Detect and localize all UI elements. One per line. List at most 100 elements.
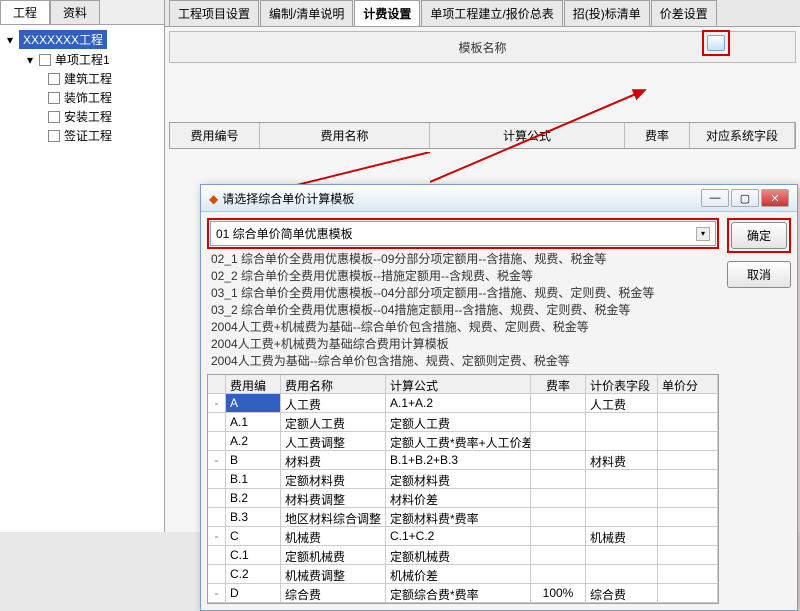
tab-price-diff[interactable]: 价差设置 [651, 0, 717, 26]
cell-unit [658, 432, 718, 450]
ok-button[interactable]: 确定 [731, 222, 787, 249]
select-template-button[interactable] [707, 35, 725, 51]
grid-row[interactable]: C.2机械费调整机械价差 [208, 565, 718, 584]
gh-formula: 计算公式 [386, 375, 531, 393]
cell-expand[interactable] [208, 470, 226, 488]
cell-id: B [226, 451, 281, 469]
tree-root[interactable]: ▾ XXXXXXX工程 [4, 29, 160, 50]
cell-formula: 定额综合费*费率 [386, 584, 531, 602]
cell-name: 人工费调整 [281, 432, 386, 450]
left-tab-data[interactable]: 资料 [50, 0, 100, 24]
cell-name: 定额材料费 [281, 470, 386, 488]
close-button[interactable]: ✕ [761, 189, 789, 207]
cell-formula: 定额材料费 [386, 470, 531, 488]
cell-expand[interactable]: - [208, 394, 226, 412]
grid-row[interactable]: B.2材料费调整材料价差 [208, 489, 718, 508]
fee-grid: 费用编 费用名称 计算公式 费率 计价表字段 单价分 -A人工费A.1+A.2人… [207, 374, 719, 604]
tree-sub[interactable]: ▾ 单项工程1 [4, 50, 160, 69]
col-formula: 计算公式 [430, 123, 625, 148]
cancel-button[interactable]: 取消 [727, 261, 791, 288]
grid-row[interactable]: A.2人工费调整定额人工费*费率+人工价差 [208, 432, 718, 451]
gh-name: 费用名称 [281, 375, 386, 393]
cell-rate [531, 451, 586, 469]
app-icon: ◆ [209, 192, 218, 206]
col-rate: 费率 [625, 123, 690, 148]
grid-row[interactable]: -B材料费B.1+B.2+B.3材料费 [208, 451, 718, 470]
cell-field: 材料费 [586, 451, 658, 469]
cell-field [586, 432, 658, 450]
cell-expand[interactable] [208, 565, 226, 583]
tree-leaf-label: 建筑工程 [64, 70, 112, 87]
cell-unit [658, 394, 718, 412]
expand-icon[interactable]: ▾ [24, 54, 36, 66]
grid-row[interactable]: A.1定额人工费定额人工费 [208, 413, 718, 432]
template-button-highlight [702, 30, 730, 56]
tree-leaf-label: 安装工程 [64, 108, 112, 125]
tree-leaf[interactable]: 建筑工程 [4, 69, 160, 88]
cell-expand[interactable]: - [208, 584, 226, 602]
cell-name: 人工费 [281, 394, 386, 412]
template-option[interactable]: 2004人工费+机械费为基础综合费用计算模板 [211, 336, 715, 353]
cell-unit [658, 451, 718, 469]
cell-unit [658, 489, 718, 507]
top-tabs: 工程项目设置 编制/清单说明 计费设置 单项工程建立/报价总表 招(投)标清单 … [165, 0, 800, 27]
cell-expand[interactable] [208, 508, 226, 526]
col-fee-name: 费用名称 [260, 123, 430, 148]
cell-expand[interactable] [208, 413, 226, 431]
cell-expand[interactable]: - [208, 451, 226, 469]
tree-leaf-label: 签证工程 [64, 127, 112, 144]
cell-unit [658, 413, 718, 431]
left-tab-project[interactable]: 工程 [0, 0, 50, 24]
grid-row[interactable]: B.1定额材料费定额材料费 [208, 470, 718, 489]
cell-id: C.2 [226, 565, 281, 583]
template-option[interactable]: 02_2 综合单价全费用优惠模板--措施定额用--含规费、税金等 [211, 268, 715, 285]
template-option[interactable]: 2004人工费为基础--综合单价包含措施、规费、定额则定费、税金等 [211, 353, 715, 370]
fee-column-headers: 费用编号 费用名称 计算公式 费率 对应系统字段 [169, 122, 796, 149]
cell-id: C [226, 527, 281, 545]
cell-expand[interactable]: - [208, 527, 226, 545]
grid-row[interactable]: -D综合费定额综合费*费率100%综合费 [208, 584, 718, 603]
grid-row[interactable]: C.1定额机械费定额机械费 [208, 546, 718, 565]
cell-formula: 机械价差 [386, 565, 531, 583]
template-option[interactable]: 02_1 综合单价全费用优惠模板--09分部分项定额用--含措施、规费、税金等 [211, 251, 715, 268]
cell-id: B.1 [226, 470, 281, 488]
cell-expand[interactable] [208, 546, 226, 564]
col-fee-id: 费用编号 [170, 123, 260, 148]
template-option[interactable]: 2004人工费+机械费为基础--综合单价包含措施、规费、定则费、税金等 [211, 319, 715, 336]
cell-unit [658, 527, 718, 545]
cell-field: 综合费 [586, 584, 658, 602]
cell-rate [531, 508, 586, 526]
cell-formula: 定额机械费 [386, 546, 531, 564]
tree-leaf[interactable]: 装饰工程 [4, 88, 160, 107]
tab-unit-project[interactable]: 单项工程建立/报价总表 [421, 0, 562, 26]
cell-rate [531, 413, 586, 431]
tab-edit-desc[interactable]: 编制/清单说明 [260, 0, 353, 26]
grid-row[interactable]: -C机械费C.1+C.2机械费 [208, 527, 718, 546]
template-combobox[interactable]: 01 综合单价简单优惠模板 ▾ [210, 221, 716, 246]
cell-id: B.2 [226, 489, 281, 507]
dialog-title-text: 请选择综合单价计算模板 [222, 192, 354, 206]
grid-row[interactable]: -A人工费A.1+A.2人工费 [208, 394, 718, 413]
template-option[interactable]: 03_1 综合单价全费用优惠模板--04分部分项定额用--含措施、规费、定则费、… [211, 285, 715, 302]
expand-icon[interactable]: ▾ [4, 34, 16, 46]
dialog-titlebar[interactable]: ◆ 请选择综合单价计算模板 — ▢ ✕ [201, 185, 797, 212]
grid-row[interactable]: B.3地区材料综合调整定额材料费*费率 [208, 508, 718, 527]
cell-expand[interactable] [208, 432, 226, 450]
tree-leaf[interactable]: 安装工程 [4, 107, 160, 126]
cell-field: 人工费 [586, 394, 658, 412]
tab-bidding[interactable]: 招(投)标清单 [564, 0, 650, 26]
maximize-button[interactable]: ▢ [731, 189, 759, 207]
template-option-list: 02_1 综合单价全费用优惠模板--09分部分项定额用--含措施、规费、税金等 … [207, 249, 719, 372]
cell-expand[interactable] [208, 489, 226, 507]
doc-icon [48, 73, 60, 85]
tab-project-settings[interactable]: 工程项目设置 [169, 0, 259, 26]
doc-icon [48, 130, 60, 142]
cell-field [586, 565, 658, 583]
combo-highlight: 01 综合单价简单优惠模板 ▾ [207, 218, 719, 249]
tab-fee-settings[interactable]: 计费设置 [354, 0, 420, 26]
cell-unit [658, 508, 718, 526]
template-option[interactable]: 03_2 综合单价全费用优惠模板--04措施定额用--含措施、规费、定则费、税金… [211, 302, 715, 319]
dropdown-icon[interactable]: ▾ [696, 227, 710, 241]
minimize-button[interactable]: — [701, 189, 729, 207]
tree-leaf[interactable]: 签证工程 [4, 126, 160, 145]
